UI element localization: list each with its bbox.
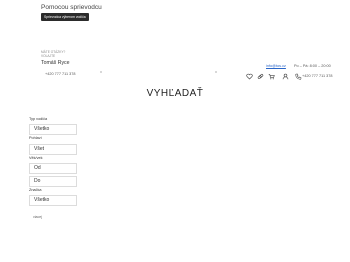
heart-icon[interactable] bbox=[245, 72, 253, 80]
user-icon[interactable] bbox=[281, 72, 289, 80]
type-label: Typ vodiča bbox=[29, 117, 48, 121]
brand-select[interactable]: Všetko bbox=[29, 195, 77, 206]
decorative-dot bbox=[100, 71, 102, 73]
cart-icon[interactable] bbox=[267, 72, 275, 80]
decorative-dot bbox=[215, 71, 217, 73]
type-select[interactable]: Všetko bbox=[29, 124, 77, 135]
page-title: VYHĽADAŤ bbox=[146, 88, 204, 99]
gender-select[interactable]: Všet bbox=[29, 144, 77, 155]
guide-title: Pomocou sprievodcu bbox=[41, 4, 102, 11]
guide-button[interactable]: Sprievodca výberom vodiča bbox=[41, 13, 89, 21]
advisor-caption-line2: Volajte bbox=[41, 54, 56, 59]
gender-label: Pohlaví bbox=[29, 136, 42, 140]
contact-email-link[interactable]: info@tos.cz bbox=[266, 64, 286, 68]
more-filters-link[interactable]: viacej bbox=[33, 215, 42, 219]
contact-phone[interactable]: +420 777 711 378 bbox=[302, 74, 332, 78]
brand-label: Značka bbox=[29, 188, 42, 192]
link-icon[interactable] bbox=[256, 72, 264, 80]
age-to-input[interactable]: Do bbox=[29, 176, 77, 187]
age-from-input[interactable]: Od bbox=[29, 163, 77, 174]
contact-hours: Po – Pá: 8:00 – 20:00 bbox=[294, 64, 331, 68]
advisor-phone[interactable]: +420 777 711 378 bbox=[45, 72, 75, 76]
advisor-name: Tomáš Ryce bbox=[41, 60, 70, 66]
age-label: Věk/vek bbox=[29, 156, 43, 160]
advisor-caption: Máte otázky? Volajte bbox=[41, 50, 65, 58]
phone-icon bbox=[294, 72, 302, 80]
